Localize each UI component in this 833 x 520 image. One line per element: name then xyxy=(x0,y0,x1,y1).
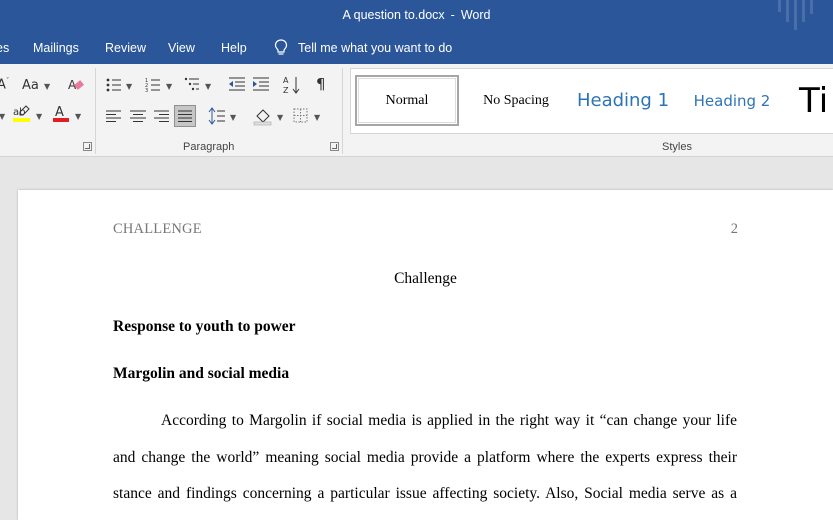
page-number: 2 xyxy=(730,221,738,237)
style-normal[interactable]: Normal xyxy=(355,75,459,126)
chevron-down-icon: ▼ xyxy=(230,113,237,122)
change-case-button[interactable]: Aa xyxy=(22,78,39,93)
justify-icon xyxy=(178,110,192,122)
group-separator xyxy=(95,68,96,154)
style-no-spacing[interactable]: No Spacing xyxy=(467,75,565,126)
title-separator: - xyxy=(450,8,455,22)
title-decoration xyxy=(802,0,805,22)
ribbon-tab-bar: es Mailings Review View Help Tell me wha… xyxy=(0,33,833,64)
line-spacing-icon[interactable] xyxy=(208,107,226,125)
chevron-down-icon: ▼ xyxy=(126,82,133,91)
shrink-font-icon[interactable]: Aˇ xyxy=(0,77,9,92)
document-name: A question to.docx xyxy=(342,8,445,22)
style-heading-2[interactable]: Heading 2 xyxy=(684,75,780,126)
title-decoration xyxy=(778,0,781,12)
show-formatting-marks-icon[interactable]: ¶ xyxy=(316,75,326,93)
align-left-icon[interactable] xyxy=(106,110,122,122)
chevron-down-icon: ▼ xyxy=(314,113,321,122)
svg-text:3: 3 xyxy=(145,88,148,92)
title-decoration xyxy=(810,0,813,14)
style-title[interactable]: Ti xyxy=(799,75,833,126)
chevron-down-icon: ▼ xyxy=(205,82,212,91)
title-bar: A question to.docx - Word xyxy=(0,0,833,33)
style-label: Ti xyxy=(799,80,829,121)
paragraph-text: According to Margolin if social media is… xyxy=(161,412,737,429)
document-page[interactable]: CHALLENGE 2 Challenge Response to youth … xyxy=(18,190,833,520)
chevron-down-icon: ▼ xyxy=(36,112,43,121)
styles-group-label: Styles xyxy=(662,141,692,153)
group-separator xyxy=(342,68,343,154)
svg-text:Z: Z xyxy=(283,86,289,95)
lightbulb-icon xyxy=(274,39,288,55)
chevron-down-icon: ▼ xyxy=(166,82,173,91)
section-heading: Response to youth to power xyxy=(113,318,296,335)
font-dialog-launcher[interactable] xyxy=(83,142,92,151)
styles-gallery: Normal No Spacing Heading 1 Heading 2 Ti xyxy=(350,68,833,134)
tell-me-search[interactable]: Tell me what you want to do xyxy=(274,39,452,56)
numbering-icon[interactable]: 123 xyxy=(145,77,161,92)
shading-icon[interactable] xyxy=(253,106,273,126)
tab-mailings[interactable]: Mailings xyxy=(33,41,79,55)
style-heading-1[interactable]: Heading 1 xyxy=(573,75,673,126)
tab-review[interactable]: Review xyxy=(105,41,146,55)
highlight-icon[interactable]: ab xyxy=(12,104,32,124)
paragraph-dialog-launcher[interactable] xyxy=(330,142,339,151)
paragraph-line: According to Margolin if social media is… xyxy=(113,412,737,430)
app-name: Word xyxy=(460,8,491,22)
align-center-icon[interactable] xyxy=(130,110,146,122)
tab-help[interactable]: Help xyxy=(221,41,247,55)
paragraph-group-label: Paragraph xyxy=(183,141,235,153)
borders-icon[interactable] xyxy=(293,108,308,123)
increase-indent-icon[interactable] xyxy=(252,77,270,92)
svg-text:A: A xyxy=(55,105,64,120)
ribbon: Aˇ Aa ▼ A ▼ ab ▼ A ▼ ▼ 123 ▼ ▼ A Z ¶ ▼ ▼… xyxy=(0,64,833,157)
window-title: A question to.docx - Word xyxy=(0,8,833,22)
tell-me-label: Tell me what you want to do xyxy=(298,40,453,55)
style-label: Heading 2 xyxy=(693,91,771,110)
justify-button[interactable] xyxy=(174,105,196,127)
sort-icon[interactable]: A Z xyxy=(283,75,301,95)
bullets-icon[interactable] xyxy=(106,78,122,92)
decrease-indent-icon[interactable] xyxy=(228,77,246,92)
style-label: Normal xyxy=(385,92,429,108)
clear-formatting-icon[interactable]: A xyxy=(66,76,86,94)
paragraph-line: stance and findings concerning a particu… xyxy=(113,485,737,502)
style-label: No Spacing xyxy=(483,92,549,108)
chevron-down-icon: ▼ xyxy=(75,112,82,121)
font-color-icon[interactable]: A xyxy=(52,104,70,124)
chevron-down-icon: ▼ xyxy=(0,112,6,121)
style-label: Heading 1 xyxy=(576,90,670,111)
multilevel-list-icon[interactable] xyxy=(184,77,200,92)
title-decoration xyxy=(786,0,789,22)
section-heading: Margolin and social media xyxy=(113,365,290,382)
paragraph-line: and change the world” meaning social med… xyxy=(113,449,737,466)
svg-text:A: A xyxy=(283,76,289,85)
tab-references-partial[interactable]: es xyxy=(0,41,9,55)
align-right-icon[interactable] xyxy=(153,110,169,122)
chevron-down-icon: ▼ xyxy=(277,113,284,122)
chevron-down-icon: ▼ xyxy=(44,82,51,91)
document-title: Challenge xyxy=(394,270,457,287)
page-header-title: CHALLENGE xyxy=(113,221,202,237)
title-decoration xyxy=(794,0,797,30)
tab-view[interactable]: View xyxy=(168,41,195,55)
